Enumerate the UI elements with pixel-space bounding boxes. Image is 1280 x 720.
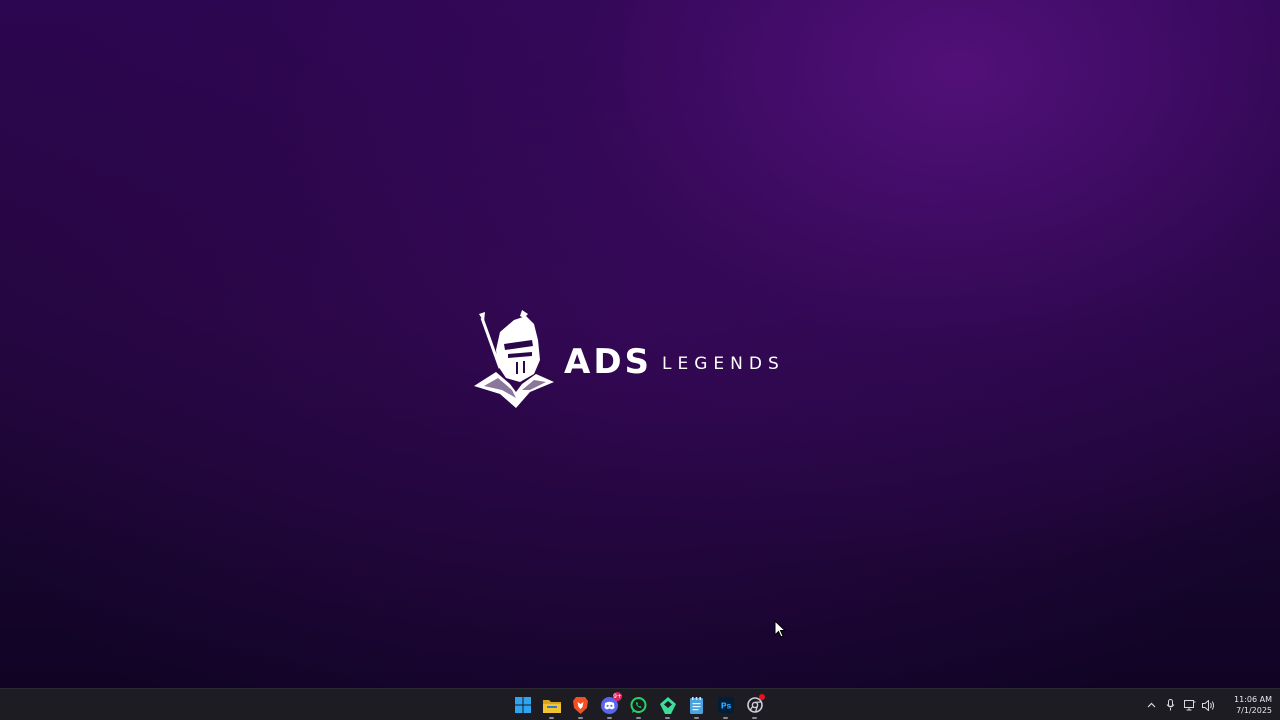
logo-wordmark: ADS LEGENDS: [564, 340, 785, 384]
taskbar-file-explorer[interactable]: [537, 690, 566, 720]
taskbar: 9+ Ps 11:06 AM 7/1/2025: [0, 688, 1280, 720]
notification-badge: 9+: [613, 692, 622, 701]
running-indicator: [694, 717, 699, 719]
windows-icon: [514, 697, 531, 713]
show-hidden-icons-button[interactable]: [1142, 691, 1161, 719]
start-button[interactable]: [508, 690, 537, 720]
folder-icon: [542, 699, 561, 713]
running-indicator: [723, 717, 728, 719]
taskbar-clock[interactable]: 11:06 AM 7/1/2025: [1224, 694, 1272, 716]
brave-lion-icon: [573, 696, 588, 714]
taskbar-discord[interactable]: 9+: [595, 690, 624, 720]
ads-legends-logo: ADS LEGENDS: [470, 310, 810, 414]
desktop-wallpaper: ADS LEGENDS: [0, 0, 1280, 688]
speaker-icon: [1202, 699, 1215, 711]
photoshop-icon: Ps: [717, 697, 734, 713]
photoshop-label: Ps: [720, 702, 731, 711]
logo-text-legends: LEGENDS: [662, 354, 785, 374]
whatsapp-icon: [630, 696, 647, 713]
network-button[interactable]: [1180, 691, 1199, 719]
running-indicator: [549, 717, 554, 719]
clock-date: 7/1/2025: [1236, 706, 1272, 715]
running-indicator: [752, 717, 757, 719]
chevron-up-icon: [1147, 702, 1156, 708]
knight-helmet-icon: [474, 310, 554, 408]
taskbar-notepad[interactable]: [682, 690, 711, 720]
taskbar-pinned-apps: 9+ Ps: [508, 689, 769, 720]
microphone-icon: [1166, 699, 1175, 711]
notepad-icon: [690, 696, 703, 714]
system-tray: 11:06 AM 7/1/2025: [1142, 689, 1272, 720]
running-indicator: [636, 717, 641, 719]
network-icon: [1183, 699, 1195, 710]
microphone-button[interactable]: [1161, 691, 1180, 719]
taskbar-brave-browser[interactable]: [566, 690, 595, 720]
running-indicator: [607, 717, 612, 719]
logo-text-ads: ADS: [564, 342, 653, 382]
taskbar-whatsapp[interactable]: [624, 690, 653, 720]
taskbar-chrome-app[interactable]: [740, 690, 769, 720]
clock-time: 11:06 AM: [1234, 695, 1272, 704]
running-indicator: [665, 717, 670, 719]
mouse-cursor-icon: [774, 620, 786, 638]
taskbar-vpn-app[interactable]: [653, 690, 682, 720]
volume-button[interactable]: [1199, 691, 1218, 719]
running-indicator: [578, 717, 583, 719]
shield-icon: [659, 696, 676, 714]
notification-dot: [759, 694, 765, 700]
taskbar-photoshop[interactable]: Ps: [711, 690, 740, 720]
